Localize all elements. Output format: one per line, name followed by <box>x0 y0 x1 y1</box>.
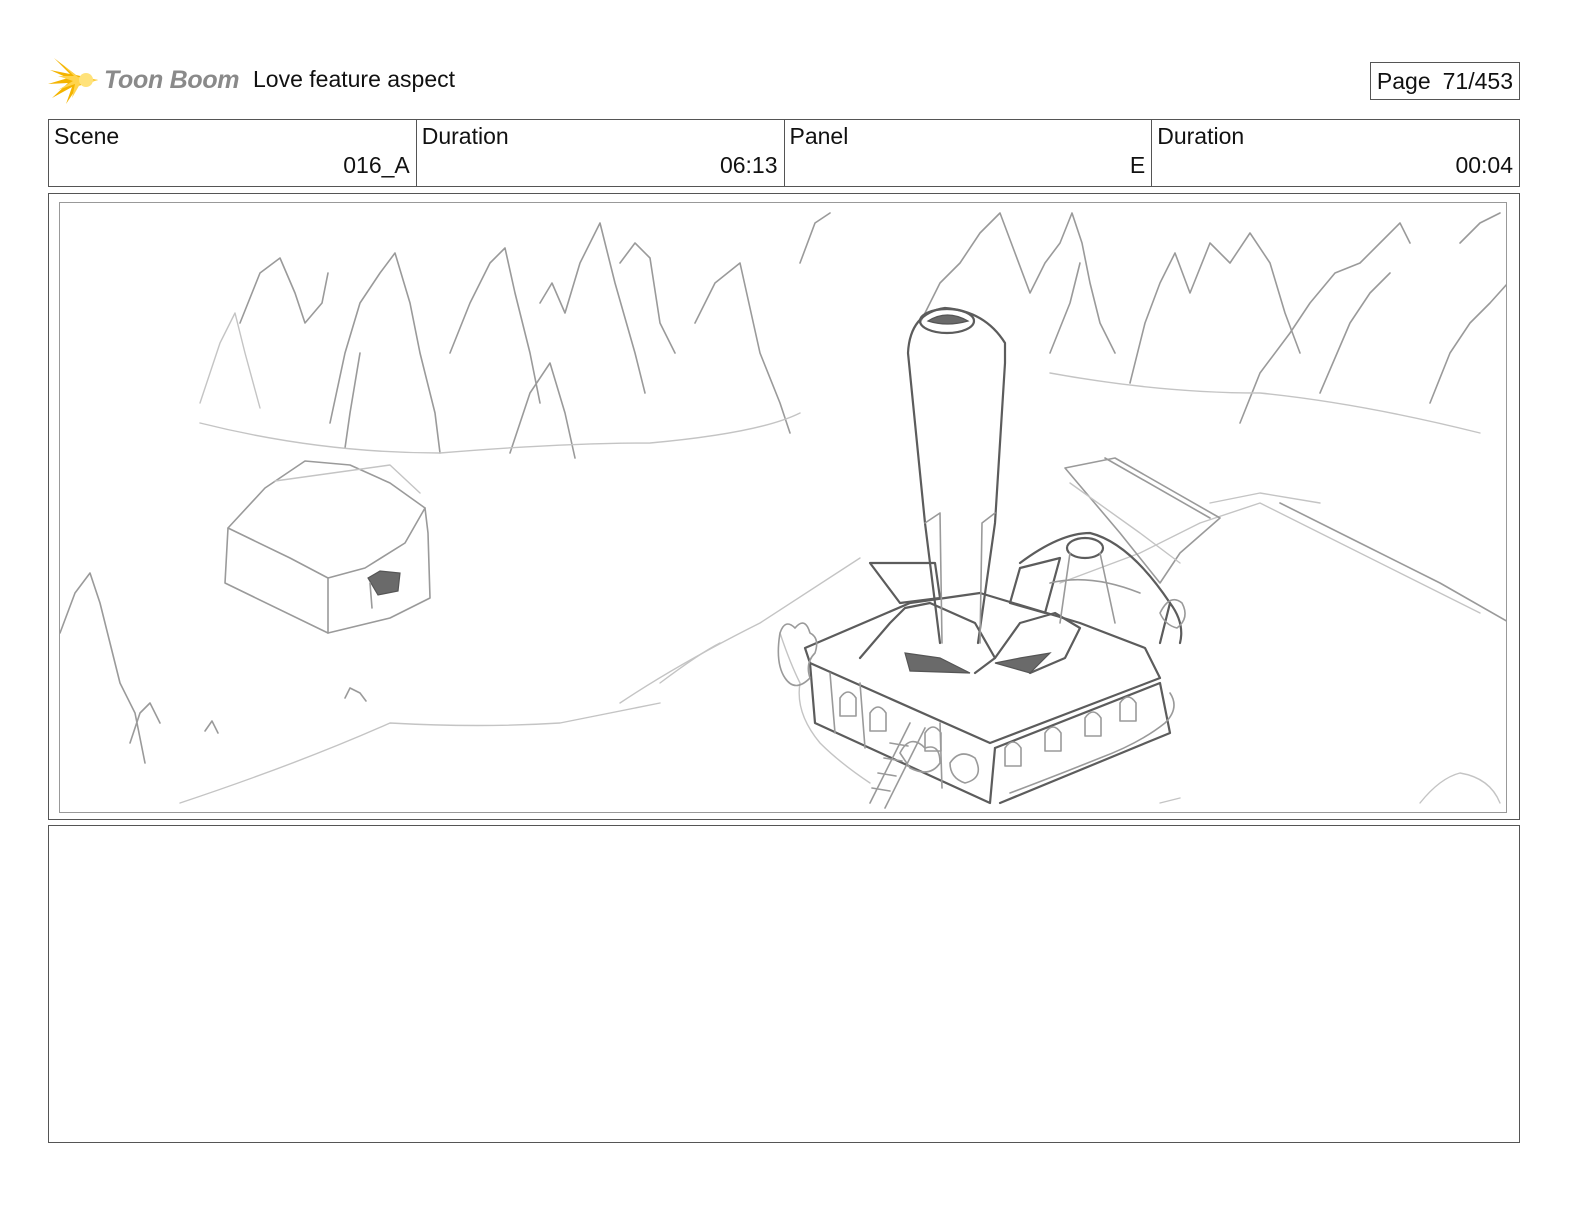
panel-duration-cell: Duration 00:04 <box>1152 120 1519 186</box>
scene-value: 016_A <box>343 152 410 178</box>
storyboard-sketch <box>60 212 1506 809</box>
starburst-icon <box>48 58 98 104</box>
storyboard-panel-frame <box>48 193 1520 820</box>
panel-cell: Panel E <box>785 120 1153 186</box>
panel-value: E <box>1129 152 1146 178</box>
scene-cell: Scene 016_A <box>49 120 417 186</box>
panel-duration-label: Duration <box>1157 123 1245 149</box>
tower-spire <box>906 306 1007 645</box>
page-number: 71/453 <box>1442 68 1513 94</box>
page-header: Toon Boom Love feature aspect Page 71/453 <box>48 52 1520 108</box>
ramp-structure <box>1064 457 1221 584</box>
ground-paths <box>179 492 1506 804</box>
page-label: Page <box>1376 68 1431 94</box>
page-indicator: Page 71/453 <box>1369 62 1520 100</box>
scene-label: Scene <box>54 123 120 149</box>
panel-duration-value: 00:04 <box>1455 152 1513 178</box>
panel-label: Panel <box>789 123 849 149</box>
background-trees <box>199 212 1506 459</box>
foreground-trees-left <box>60 572 367 764</box>
scene-duration-value: 06:13 <box>719 152 778 178</box>
toon-boom-logo: Toon Boom <box>48 52 240 108</box>
storyboard-panel-image <box>59 202 1507 813</box>
panel-notes-box <box>48 825 1520 1143</box>
project-title: Love feature aspect <box>253 66 456 92</box>
scene-duration-label: Duration <box>421 123 509 149</box>
logo-text: Toon Boom <box>104 65 240 94</box>
tower-roof-petals <box>858 556 1082 675</box>
scene-info-table: Scene 016_A Duration 06:13 Panel E Durat… <box>48 119 1520 187</box>
scene-duration-cell: Duration 06:13 <box>417 120 785 186</box>
dome <box>1018 531 1183 645</box>
small-house <box>224 460 431 634</box>
